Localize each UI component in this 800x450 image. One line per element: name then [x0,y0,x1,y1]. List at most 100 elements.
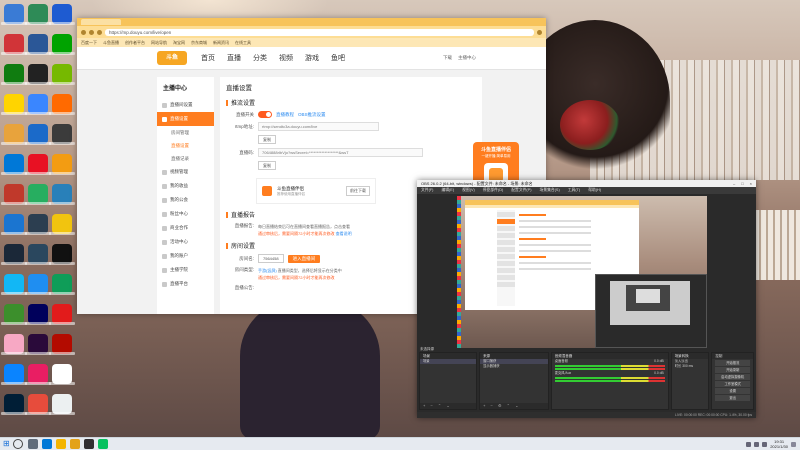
acrobat-icon[interactable] [49,334,75,355]
nav-live[interactable]: 直播 [227,53,241,63]
app-icon[interactable] [1,94,27,115]
back-icon[interactable] [81,29,86,35]
sidebar-item-account[interactable]: 我的账户 [157,249,214,263]
notification-icon[interactable] [791,441,796,447]
scene-item[interactable]: 场景 [420,359,477,364]
menu-edit[interactable]: 编辑(E) [441,187,454,194]
menu-profile[interactable]: 配置文件(P) [511,187,531,194]
menu-view[interactable]: 视图(V) [462,187,475,194]
tutorial-link[interactable]: 直播教程 [276,112,294,118]
app-icon[interactable] [49,304,75,325]
nav-video[interactable]: 视频 [279,53,293,63]
sidebar-item-guild[interactable]: 我的公会 [157,193,214,207]
menu-docks[interactable]: 停靠部件(D) [483,187,503,194]
wechat-icon[interactable] [97,439,108,449]
windows-start-icon[interactable]: ⊞ [3,439,10,449]
bookmark[interactable]: 新闻资讯 [213,40,229,46]
menu-file[interactable]: 文件(F) [421,187,433,194]
virtual-camera-button[interactable]: 启动虚拟摄像机 [715,374,750,380]
forward-icon[interactable] [89,29,94,35]
app-icon[interactable] [49,4,75,25]
app-icon[interactable] [1,184,27,205]
nav-yuba[interactable]: 鱼吧 [331,53,345,63]
menu-icon[interactable] [537,29,542,35]
app-icon[interactable] [25,124,51,145]
app-icon[interactable] [49,34,75,55]
app-icon[interactable] [49,154,75,175]
maximize-icon[interactable]: □ [741,180,743,187]
transition-duration[interactable]: 时长 300 ms [672,364,709,369]
bookmark[interactable]: 京东商城 [191,40,207,46]
app-icon[interactable] [49,124,75,145]
app-icon[interactable] [25,184,51,205]
copy-key-button[interactable]: 复制 [258,161,276,170]
nav-game[interactable]: 游戏 [305,53,319,63]
app-icon[interactable] [25,4,51,25]
obs-taskbar-icon[interactable] [83,439,94,449]
refresh-icon[interactable] [97,29,102,35]
photoshop-icon[interactable] [1,394,27,415]
download-link[interactable]: 下载 [443,55,452,61]
live-toggle[interactable] [258,111,272,118]
bookmark[interactable]: 淘宝网 [173,40,185,46]
browser-tab[interactable] [81,19,121,25]
exit-button[interactable]: 退出 [715,395,750,401]
app-icon[interactable] [1,34,27,55]
download-client-button[interactable]: 前往下载 [346,186,370,196]
anchor-center-link[interactable]: 主播中心 [458,55,476,61]
network-icon[interactable] [746,441,752,447]
app-icon[interactable] [25,394,51,415]
source-item[interactable]: 显示器捕获 [480,364,548,369]
app-icon[interactable] [1,124,27,145]
bookmark[interactable]: 百度一下 [81,40,97,46]
app-icon[interactable] [49,94,75,115]
sidebar-item-business[interactable]: 商业合作 [157,221,214,235]
stream-key-field[interactable]: 7064888rIbVjo?wsSecret=*****************… [258,148,423,157]
app-icon[interactable] [25,64,51,85]
epic-games-icon[interactable] [49,244,75,265]
rtmp-address-field[interactable]: rtmp://sendtc3a.douyu.com/live [258,122,379,131]
qq-icon[interactable] [1,274,27,295]
app-icon[interactable] [1,154,27,175]
sidebar-item-platform[interactable]: 直播平台 [157,277,214,291]
sidebar-item-live-settings[interactable]: 直播设置 [157,112,214,126]
menu-help[interactable]: 帮助(H) [588,187,601,194]
menu-scene-collection[interactable]: 场景集合(S) [539,187,559,194]
sidebar-item-video[interactable]: 视频管理 [157,165,214,179]
computer-icon[interactable] [1,4,27,25]
app-icon[interactable] [25,214,51,235]
nvidia-icon[interactable] [49,64,75,85]
steam-icon[interactable] [1,244,27,265]
app-icon[interactable] [49,184,75,205]
task-view-icon[interactable] [27,439,38,449]
sidebar-item-income[interactable]: 我的收益 [157,179,214,193]
after-effects-icon[interactable] [25,304,51,325]
nav-category[interactable]: 分类 [253,53,267,63]
app-icon[interactable] [25,274,51,295]
app-icon[interactable] [1,334,27,355]
search-icon[interactable] [12,439,23,449]
volume-slider[interactable] [554,380,665,382]
netease-music-icon[interactable] [25,154,51,175]
report-help-link[interactable]: 查看说明 [336,231,352,236]
steam-icon[interactable] [25,244,51,265]
sidebar-item-activity[interactable]: 活动中心 [157,235,214,249]
input-method-icon[interactable] [762,441,768,447]
browser-taskbar-icon[interactable] [69,439,80,449]
app-icon[interactable] [1,364,27,385]
document-icon[interactable] [49,364,75,385]
studio-mode-button[interactable]: 工作室模式 [715,381,750,387]
premiere-icon[interactable] [25,334,51,355]
menu-tools[interactable]: 工具(T) [568,187,580,194]
obs-setup-link[interactable]: OBS推流设置 [298,112,326,118]
app-icon[interactable] [1,64,27,85]
app-icon[interactable] [25,94,51,115]
url-field[interactable]: https://mp.douyu.com/live/open [105,28,534,36]
minimize-icon[interactable]: – [733,180,735,187]
room-type-value[interactable]: 手游(竖屏) [258,268,277,273]
obs-preview-canvas[interactable] [457,196,707,348]
bookmark[interactable]: 网站导航 [151,40,167,46]
sources-toolbar[interactable]: + − ⚙ ⌃ ⌄ [480,403,548,409]
app-icon[interactable] [1,214,27,235]
document-icon[interactable] [49,394,75,415]
